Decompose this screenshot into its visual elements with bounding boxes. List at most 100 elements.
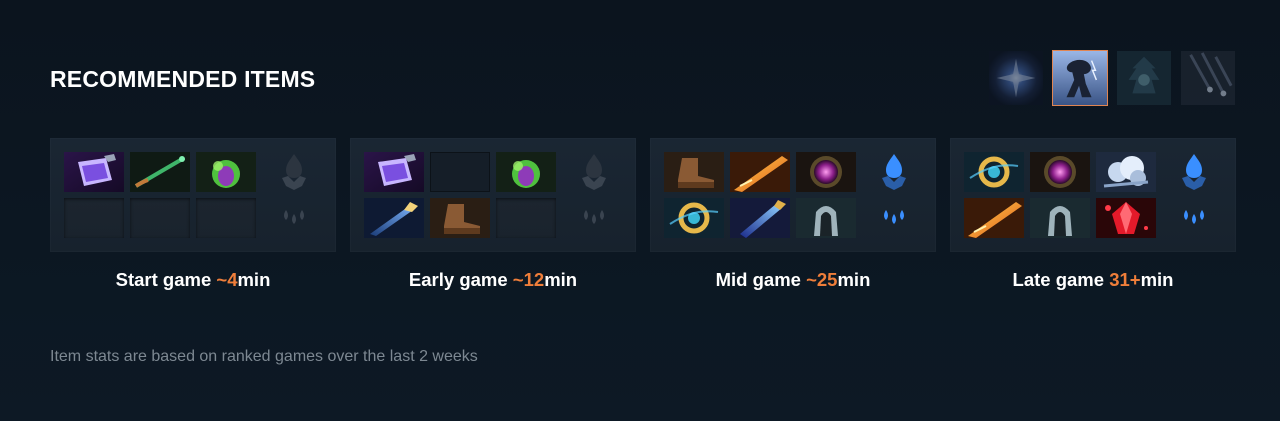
purple-orb-icon [1030,152,1090,192]
item-slot[interactable] [1030,152,1090,192]
neutral-enchant-slot-icon[interactable] [878,200,910,236]
neutral-drops-icon [584,210,604,224]
item-build-panel [950,138,1236,252]
neutral-drops-icon [284,210,304,224]
item-slot[interactable] [364,152,424,192]
stage-label: Late game [1012,269,1110,290]
stage-time: ~12 [512,269,545,290]
item-grid [64,152,256,238]
neutral-slots [1174,152,1214,238]
neutral-crest-icon [1182,154,1206,190]
neutral-item-slot-icon[interactable] [878,152,910,192]
healing-salve-icon [130,152,190,192]
ability-3-button[interactable] [1116,50,1172,106]
neutral-item-slot-icon[interactable] [578,152,610,192]
golden-ring-icon [964,152,1024,192]
neutral-item-slot-icon[interactable] [1178,152,1210,192]
item-slot[interactable] [730,152,790,192]
ability-4-button[interactable] [1180,50,1236,106]
stage-column-1: Start game ~4min [50,138,336,291]
empty-item-slot [196,198,256,238]
cloud-armor-icon [1096,152,1156,192]
item-grid [364,152,556,238]
meteor-rain-icon [1181,51,1235,105]
stage-caption: Mid game ~25min [650,269,936,291]
stage-time-unit: min [237,269,271,290]
item-slot[interactable] [1030,198,1090,238]
item-slot[interactable] [196,152,256,192]
item-build-panel [650,138,936,252]
red-crystal-icon [1096,198,1156,238]
neutral-crest-icon [882,154,906,190]
golden-blade-icon [730,152,790,192]
neutral-crest-icon [282,154,306,190]
green-potion-icon [196,152,256,192]
item-slot[interactable] [964,198,1024,238]
empty-item-slot [496,198,556,238]
empty-item-slot [130,198,190,238]
hood-icon [1030,198,1090,238]
ability-2-button[interactable] [1052,50,1108,106]
item-slot[interactable] [730,198,790,238]
stage-caption: Late game 31+min [950,269,1236,291]
storm-figure-icon [1053,51,1107,105]
boots-icon [430,198,490,238]
neutral-crest-icon [582,154,606,190]
frost-sword-icon [364,198,424,238]
item-slot[interactable] [430,198,490,238]
green-potion-icon [496,152,556,192]
stage-column-4: Late game 31+min [950,138,1236,291]
item-slot[interactable] [796,198,856,238]
neutral-slots [874,152,914,238]
stage-label: Start game [115,269,217,290]
item-slot[interactable] [364,198,424,238]
golden-ring-icon [664,198,724,238]
item-grid [664,152,856,238]
item-slot[interactable] [1096,152,1156,192]
neutral-drops-icon [884,210,904,224]
item-slot[interactable] [796,152,856,192]
neutral-enchant-slot-icon[interactable] [278,200,310,236]
stage-time-unit: min [837,269,871,290]
item-stages: Start game ~4min Early game ~12min Mid g… [50,138,1236,291]
section-title: RECOMMENDED ITEMS [50,66,316,92]
golden-blade-icon [964,198,1024,238]
item-slot[interactable] [664,198,724,238]
hood-icon [796,198,856,238]
item-build-panel [50,138,336,252]
stage-time: ~25 [806,269,838,290]
ability-selector [988,50,1236,106]
stage-caption: Early game ~12min [350,269,636,291]
item-slot[interactable] [130,152,190,192]
stage-time: 31+ [1109,269,1141,290]
recommended-items-section: RECOMMENDED ITEMS Start game ~4min Early… [0,0,1280,421]
temple-icon [1117,51,1171,105]
stage-label: Mid game [715,269,807,290]
neutral-item-slot-icon[interactable] [278,152,310,192]
item-slot[interactable] [1096,198,1156,238]
ward-banner-icon [64,152,124,192]
item-slot[interactable] [964,152,1024,192]
footnote: Item stats are based on ranked games ove… [50,348,478,365]
purple-orb-icon [796,152,856,192]
blue-dagger-icon [730,198,790,238]
ability-1-button[interactable] [988,50,1044,106]
stage-time-unit: min [544,269,578,290]
stage-caption: Start game ~4min [50,269,336,291]
neutral-enchant-slot-icon[interactable] [1178,200,1210,236]
empty-item-slot [64,198,124,238]
item-slot[interactable] [430,152,490,192]
item-grid [964,152,1156,238]
item-build-panel [350,138,636,252]
item-slot[interactable] [496,152,556,192]
starburst-icon [989,51,1043,105]
stage-time-unit: min [1140,269,1174,290]
stage-column-3: Mid game ~25min [650,138,936,291]
neutral-drops-icon [1184,210,1204,224]
neutral-enchant-slot-icon[interactable] [578,200,610,236]
neutral-slots [274,152,314,238]
stage-time: ~4 [216,269,238,290]
boots-icon [664,152,724,192]
item-slot[interactable] [664,152,724,192]
item-slot[interactable] [64,152,124,192]
